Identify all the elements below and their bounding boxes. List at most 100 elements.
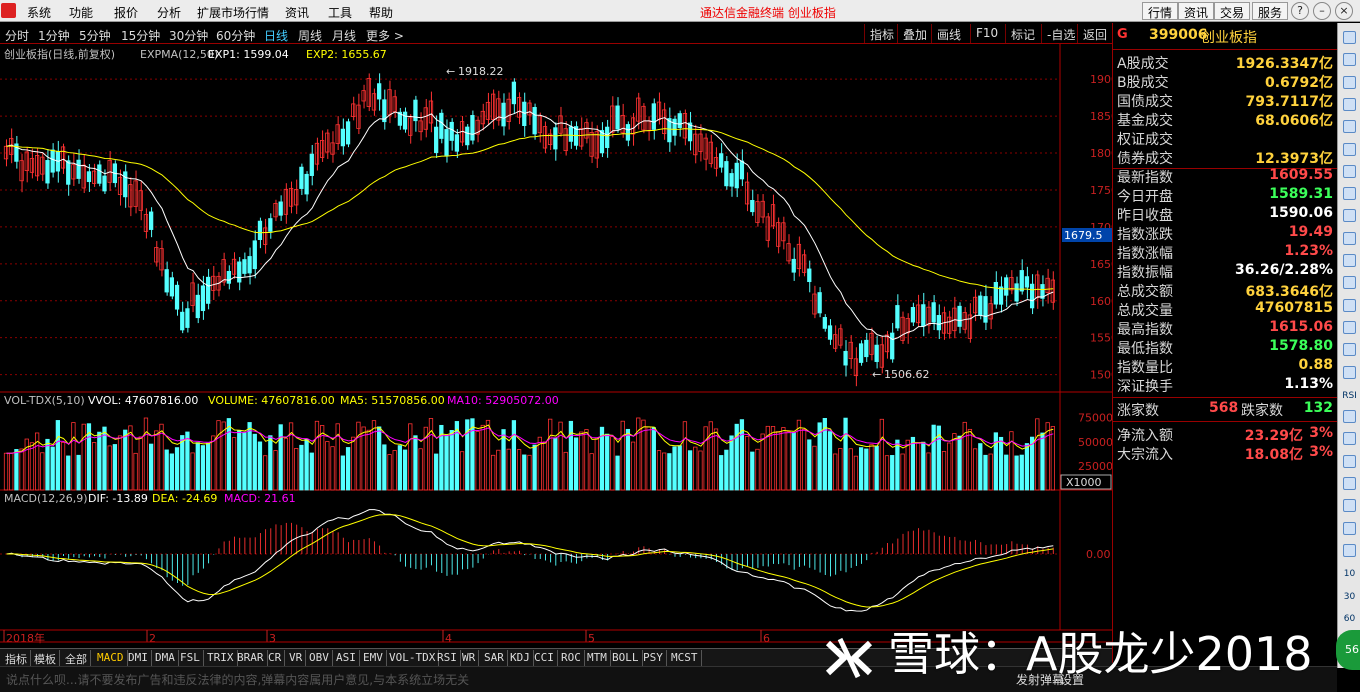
tab-brar[interactable]: BRAR bbox=[234, 650, 268, 666]
period-0[interactable]: 分时 bbox=[5, 27, 29, 44]
chart-tool-4[interactable]: 标记 bbox=[1005, 24, 1040, 43]
menu-button-2[interactable]: 交易 bbox=[1214, 2, 1251, 20]
period-4[interactable]: 30分钟 bbox=[169, 27, 208, 44]
tab-wr[interactable]: WR bbox=[459, 650, 480, 666]
tab-dma[interactable]: DMA bbox=[152, 650, 179, 666]
toolbar-icon-15[interactable] bbox=[1343, 365, 1356, 379]
candle-body bbox=[615, 105, 620, 130]
chart-tool-5[interactable]: -自选 bbox=[1041, 24, 1080, 43]
tab-boll[interactable]: BOLL bbox=[609, 650, 643, 666]
tab-dmi[interactable]: DMI bbox=[125, 650, 152, 666]
toolbar-icon-6[interactable] bbox=[1343, 164, 1356, 178]
minimize-icon[interactable]: – bbox=[1313, 2, 1331, 20]
volume-bar bbox=[257, 441, 263, 491]
tab-obv[interactable]: OBV bbox=[306, 650, 333, 666]
candle-body bbox=[206, 276, 211, 304]
tab-trix[interactable]: TRIX bbox=[204, 650, 238, 666]
tab-全部[interactable]: 全部 bbox=[62, 650, 91, 666]
tab-指标[interactable]: 指标 bbox=[2, 650, 31, 666]
menu-item-0[interactable]: 系统 bbox=[27, 4, 51, 21]
toolbar-icon-19[interactable] bbox=[1343, 454, 1356, 468]
toolbar-icon-8[interactable] bbox=[1343, 209, 1356, 223]
chart-tool-1[interactable]: 叠加 bbox=[897, 24, 932, 43]
toolbar-icon-1[interactable] bbox=[1343, 53, 1356, 67]
quote-label: 最低指数 bbox=[1117, 341, 1173, 357]
toolbar-label-24[interactable]: 10 bbox=[1341, 566, 1358, 583]
chart-tool-2[interactable]: 画线 bbox=[931, 24, 966, 43]
toolbar-icon-5[interactable] bbox=[1343, 142, 1356, 156]
toolbar-icon-20[interactable] bbox=[1343, 477, 1356, 490]
menu-button-0[interactable]: 行情 bbox=[1142, 2, 1179, 20]
volume-bar bbox=[299, 444, 304, 491]
toolbar-icon-10[interactable] bbox=[1343, 254, 1356, 267]
toolbar-icon-14[interactable] bbox=[1343, 343, 1356, 357]
tab-kdj[interactable]: KDJ bbox=[507, 650, 534, 666]
toolbar-label-25[interactable]: 30 bbox=[1341, 589, 1358, 606]
chart-tool-3[interactable]: F10 bbox=[970, 24, 1003, 43]
close-icon[interactable]: × bbox=[1335, 2, 1353, 20]
tab-vr[interactable]: VR bbox=[286, 650, 307, 666]
tab-macd[interactable]: MACD bbox=[94, 650, 128, 666]
tab-cci[interactable]: CCI bbox=[531, 650, 558, 666]
danmaku-input[interactable]: 说点什么呗...请不要发布广告和违反法律的内容,弹幕内容属用户意见,与本系统立场… bbox=[6, 671, 469, 688]
quote-value: 68.0606亿 bbox=[1255, 113, 1333, 129]
menu-item-1[interactable]: 功能 bbox=[69, 4, 93, 21]
flow-row: 大宗流入 18.08亿 3% bbox=[1113, 444, 1337, 463]
tab-mtm[interactable]: MTM bbox=[584, 650, 611, 666]
toolbar-icon-13[interactable] bbox=[1343, 320, 1356, 334]
menu-button-1[interactable]: 资讯 bbox=[1178, 2, 1215, 20]
period-6[interactable]: 日线 bbox=[264, 27, 288, 44]
toolbar-icon-11[interactable] bbox=[1343, 276, 1356, 290]
period-9[interactable]: 更多 > bbox=[366, 27, 404, 44]
period-5[interactable]: 60分钟 bbox=[216, 27, 255, 44]
tab-emv[interactable]: EMV bbox=[360, 650, 387, 666]
menu-item-6[interactable]: 工具 bbox=[328, 4, 352, 21]
toolbar-icon-17[interactable] bbox=[1343, 410, 1356, 424]
tab-asi[interactable]: ASI bbox=[333, 650, 360, 666]
menu-item-7[interactable]: 帮助 bbox=[369, 4, 393, 21]
volume-bar bbox=[397, 445, 403, 491]
period-8[interactable]: 月线 bbox=[332, 27, 356, 44]
kline-chart-area[interactable]: 190018501800175017001650160015501500创业板指… bbox=[0, 44, 1112, 648]
toolbar-icon-7[interactable] bbox=[1343, 187, 1356, 201]
toolbar-icon-18[interactable] bbox=[1343, 432, 1356, 446]
tab-vol-tdx[interactable]: VOL-TDX bbox=[386, 650, 440, 666]
menu-button-3[interactable]: 服务 bbox=[1252, 2, 1289, 20]
low-price-label: 1506.62 bbox=[884, 368, 930, 381]
toolbar-icon-0[interactable] bbox=[1343, 31, 1356, 44]
tab-roc[interactable]: ROC bbox=[558, 650, 585, 666]
toolbar-icon-21[interactable] bbox=[1343, 499, 1356, 513]
candle-body bbox=[890, 332, 895, 360]
chart-tool-0[interactable]: 指标 bbox=[864, 24, 899, 43]
tab-psy[interactable]: PSY bbox=[640, 650, 667, 666]
toolbar-icon-23[interactable] bbox=[1343, 543, 1356, 557]
toolbar-icon-2[interactable] bbox=[1343, 75, 1356, 89]
period-2[interactable]: 5分钟 bbox=[79, 27, 111, 44]
toolbar-icon-9[interactable] bbox=[1343, 231, 1356, 245]
toolbar-icon-4[interactable] bbox=[1343, 120, 1356, 134]
toolbar-label-16[interactable]: RSI bbox=[1341, 388, 1358, 405]
tab-sar[interactable]: SAR bbox=[481, 650, 508, 666]
period-3[interactable]: 15分钟 bbox=[121, 27, 160, 44]
toolbar-label-26[interactable]: 60 bbox=[1341, 611, 1358, 628]
toolbar-icon-22[interactable] bbox=[1343, 521, 1356, 535]
menu-item-4[interactable]: 扩展市场行情 bbox=[197, 4, 269, 21]
menu-item-2[interactable]: 报价 bbox=[114, 4, 138, 21]
toolbar-icon-12[interactable] bbox=[1343, 298, 1356, 312]
volume-bar bbox=[470, 418, 475, 491]
tab-rsi[interactable]: RSI bbox=[434, 650, 461, 666]
tab-模板[interactable]: 模板 bbox=[31, 650, 60, 666]
quote-row: B股成交 0.6792亿 bbox=[1113, 72, 1337, 91]
help-icon[interactable]: ? bbox=[1291, 2, 1309, 20]
period-7[interactable]: 周线 bbox=[298, 27, 322, 44]
tab-fsl[interactable]: FSL bbox=[177, 650, 204, 666]
menu-item-3[interactable]: 分析 bbox=[157, 4, 181, 21]
tab-cr[interactable]: CR bbox=[265, 650, 286, 666]
menu-item-5[interactable]: 资讯 bbox=[285, 4, 309, 21]
chart-tool-6[interactable]: 返回 bbox=[1077, 24, 1112, 43]
tab-mcst[interactable]: MCST bbox=[668, 650, 702, 666]
toolbar-icon-3[interactable] bbox=[1343, 97, 1356, 111]
volume-bar bbox=[278, 424, 283, 491]
period-1[interactable]: 1分钟 bbox=[38, 27, 70, 44]
price-tick-label: 1500 bbox=[1090, 369, 1112, 382]
